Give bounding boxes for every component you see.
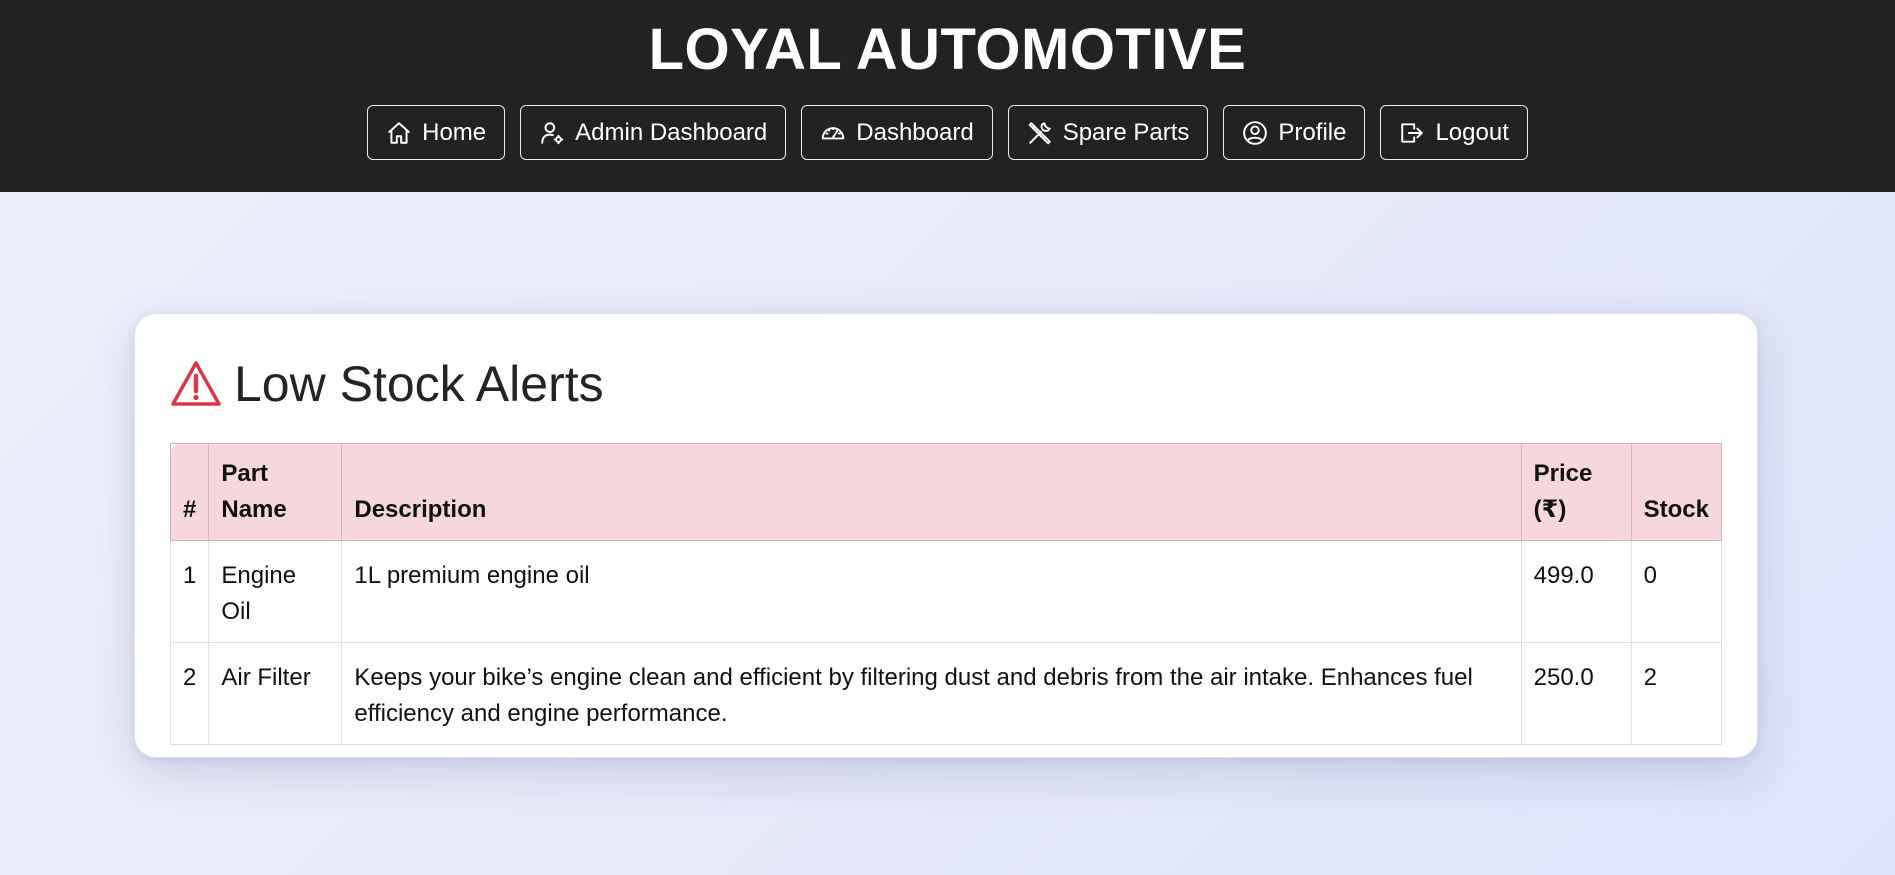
page-title: Low Stock Alerts [234, 356, 604, 412]
logout-icon [1401, 122, 1424, 143]
cell-num: 1 [169, 540, 210, 643]
person-circle-icon [1243, 120, 1268, 145]
nav-dashboard-button[interactable]: Dashboard [801, 105, 993, 160]
warning-triangle-icon [171, 361, 221, 406]
tools-icon [1028, 121, 1051, 144]
card-title: Low Stock Alerts [170, 354, 604, 414]
user-gear-icon [541, 121, 564, 144]
top-navbar: LOYAL AUTOMOTIVE Home Admin Dashboard Da… [0, 0, 1895, 192]
nav-logout-label: Logout [1435, 118, 1509, 146]
cell-part-name: Engine Oil [208, 540, 343, 643]
cell-num: 2 [169, 642, 210, 745]
brand-title[interactable]: LOYAL AUTOMOTIVE [0, 14, 1895, 86]
nav-profile-button[interactable]: Profile [1223, 105, 1366, 160]
nav-dashboard-label: Dashboard [856, 118, 974, 146]
col-header-part-name: Part Name [208, 443, 343, 541]
cell-stock: 2 [1630, 642, 1723, 745]
speedometer-icon [821, 126, 845, 139]
nav-spare-parts-button[interactable]: Spare Parts [1007, 105, 1209, 160]
low-stock-table: # Part Name Description Price (₹) Stock … [169, 443, 1723, 745]
home-icon [388, 121, 410, 144]
col-header-num: # [169, 443, 210, 541]
nav-admin-dashboard-label: Admin Dashboard [575, 118, 768, 146]
col-header-stock: Stock [1630, 443, 1723, 541]
low-stock-card: Low Stock Alerts # Part Name Description… [134, 313, 1758, 758]
cell-part-name: Air Filter [208, 642, 343, 745]
cell-stock: 0 [1630, 540, 1723, 643]
nav-spare-parts-label: Spare Parts [1062, 118, 1190, 146]
cell-description: 1L premium engine oil [341, 540, 1522, 643]
table-row: 2 Air Filter Keeps your bike’s engine cl… [169, 642, 1723, 745]
nav-profile-label: Profile [1278, 118, 1347, 146]
table-row: 1 Engine Oil 1L premium engine oil 499.0… [169, 540, 1723, 643]
nav-home-label: Home [422, 118, 487, 146]
cell-description: Keeps your bike’s engine clean and effic… [341, 642, 1522, 745]
cell-price: 250.0 [1520, 642, 1632, 745]
nav-admin-dashboard-button[interactable]: Admin Dashboard [520, 105, 787, 160]
nav-bar: Home Admin Dashboard Dashboard Spare Par… [0, 105, 1895, 160]
nav-home-button[interactable]: Home [367, 105, 506, 160]
cell-price: 499.0 [1520, 540, 1632, 643]
nav-logout-button[interactable]: Logout [1380, 105, 1528, 160]
col-header-price: Price (₹) [1520, 443, 1632, 541]
table-header-row: # Part Name Description Price (₹) Stock [169, 443, 1723, 541]
col-header-description: Description [341, 443, 1522, 541]
